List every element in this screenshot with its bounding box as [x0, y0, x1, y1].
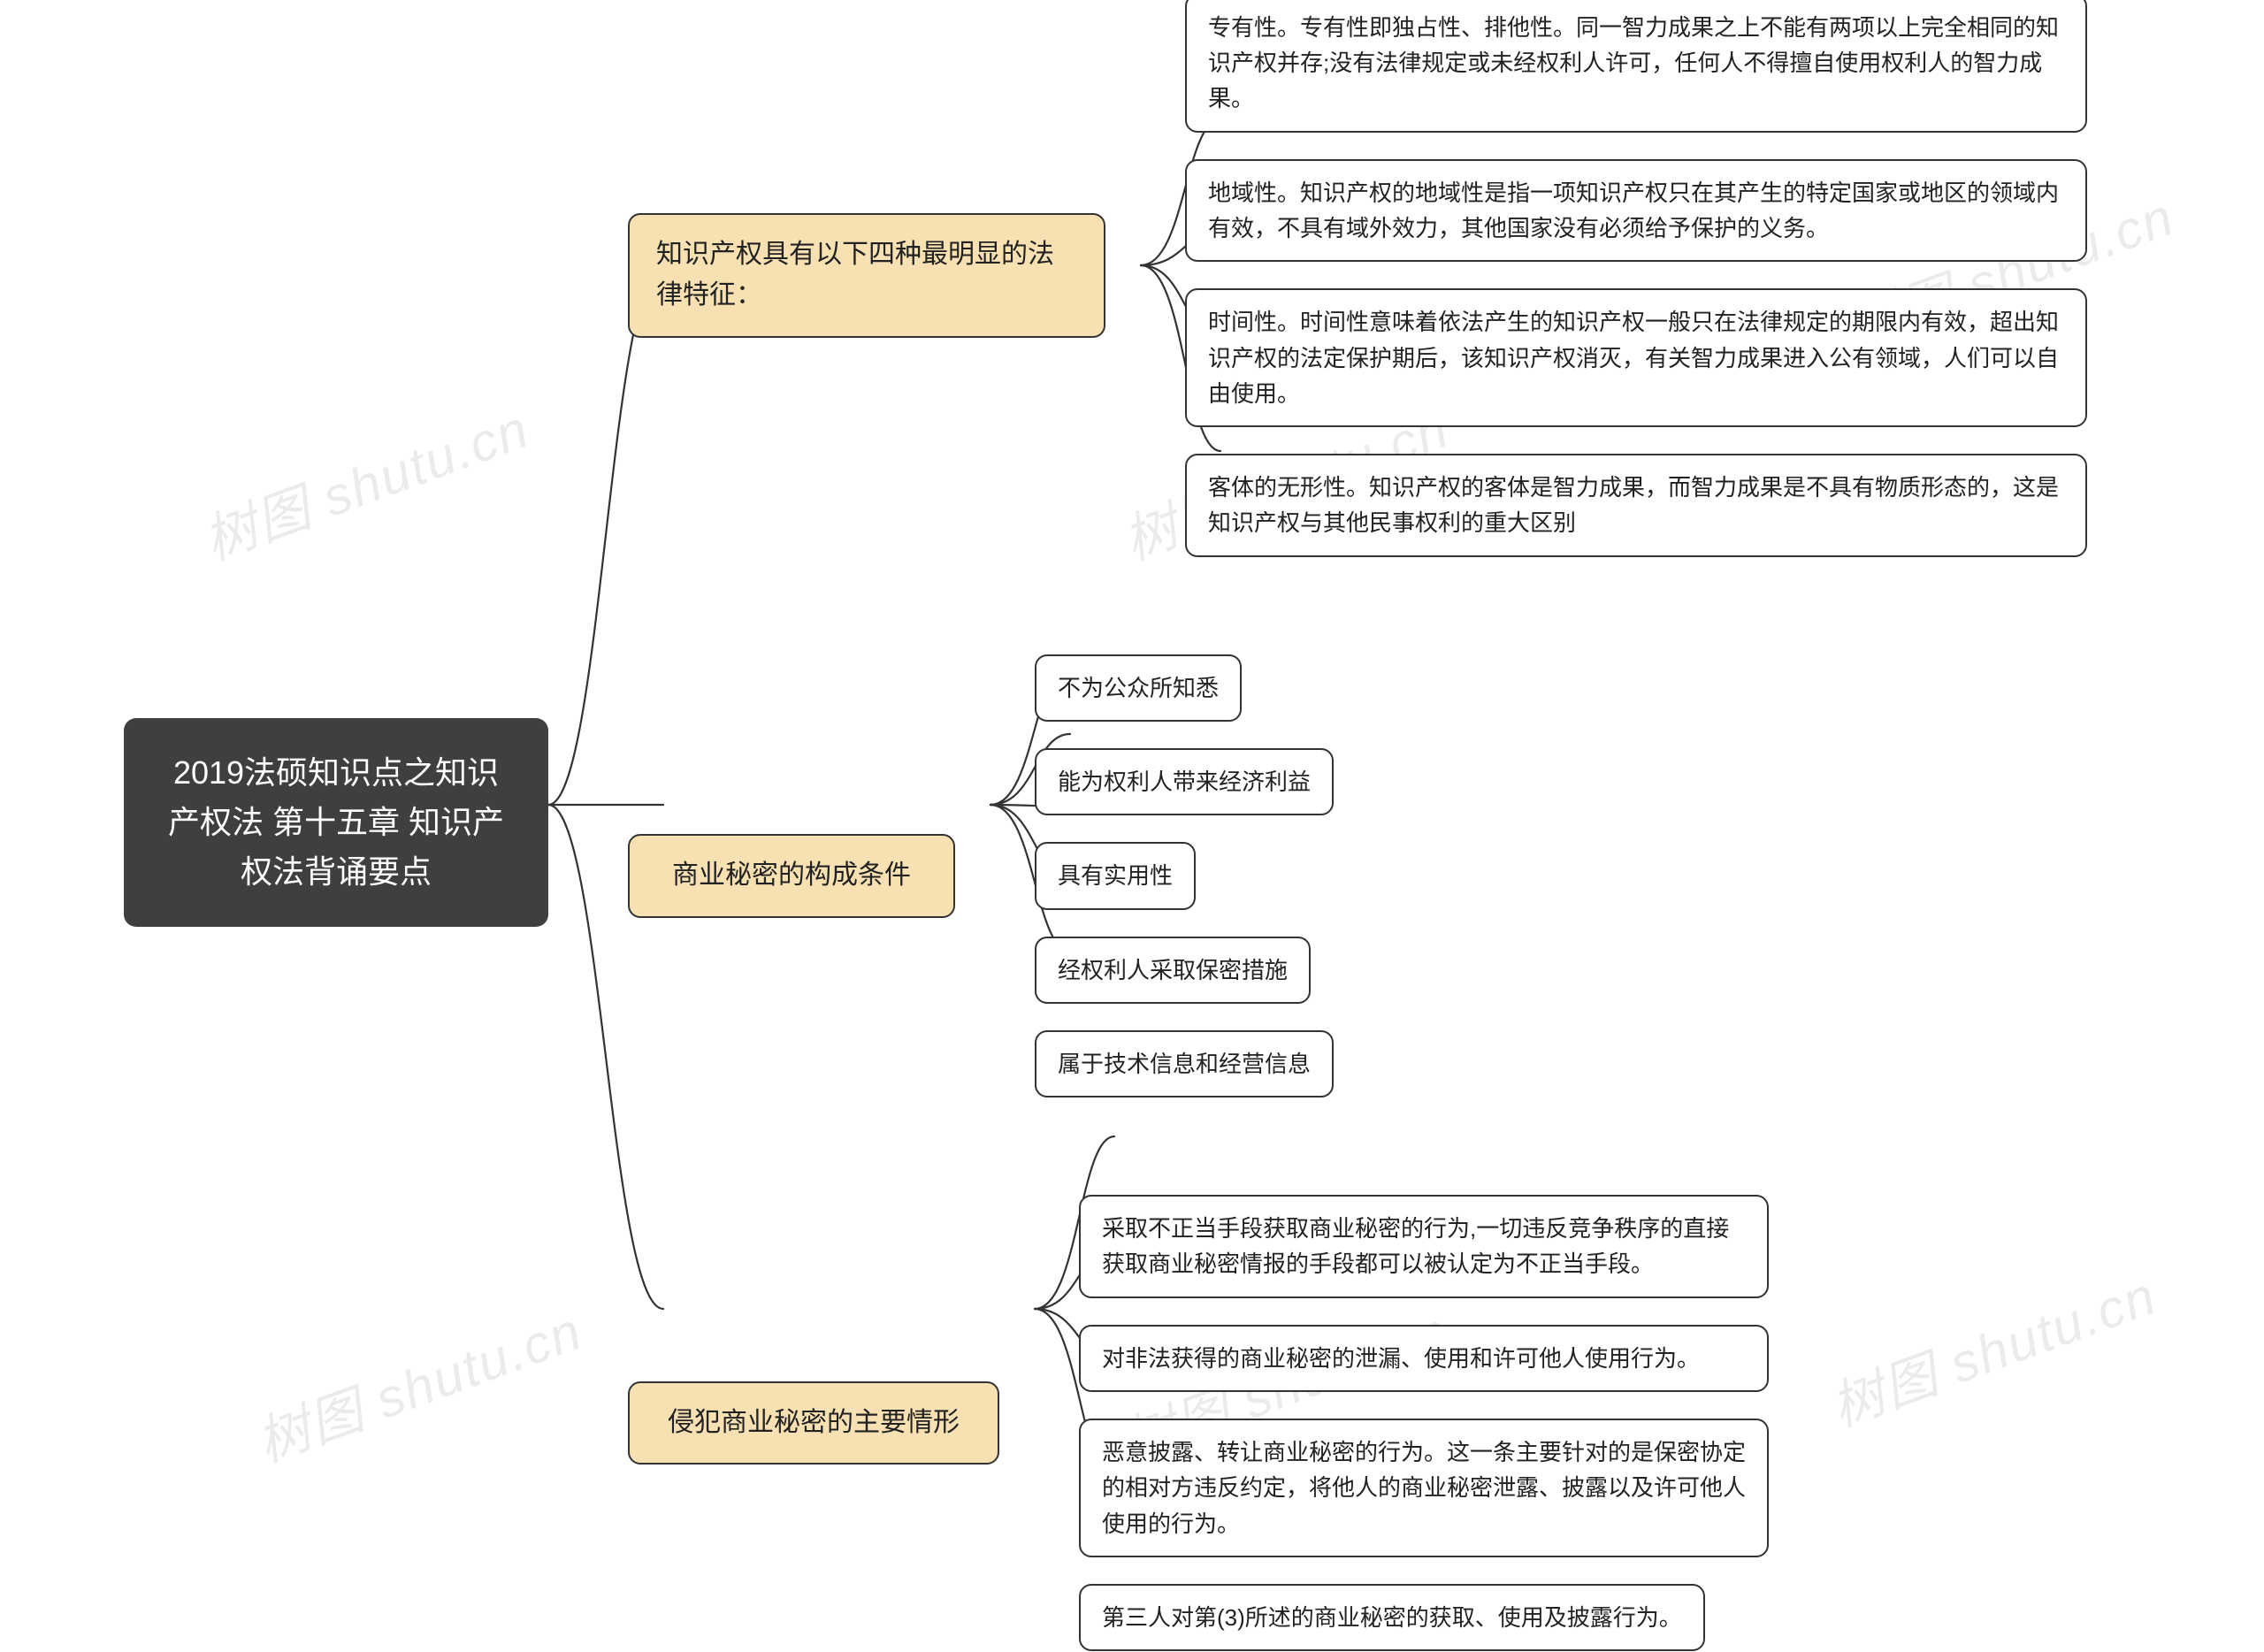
leaf-node[interactable]: 经权利人采取保密措施 — [1035, 937, 1311, 1004]
branch-node-features[interactable]: 知识产权具有以下四种最明显的法律特征： — [628, 213, 1105, 338]
branch-node-conditions[interactable]: 商业秘密的构成条件 — [628, 834, 955, 918]
branch-1: 知识产权具有以下四种最明显的法律特征： 专有性。专有性即独占性、排他性。同一智力… — [628, 0, 2087, 557]
leaf-node[interactable]: 恶意披露、转让商业秘密的行为。这一条主要针对的是保密协定的相对方违反约定，将他人… — [1079, 1419, 1769, 1557]
branch-node-infringe[interactable]: 侵犯商业秘密的主要情形 — [628, 1381, 999, 1465]
leaf-group-conditions: 不为公众所知悉 能为权利人带来经济利益 具有实用性 经权利人采取保密措施 属于技… — [1035, 654, 1334, 1098]
leaf-node[interactable]: 对非法获得的商业秘密的泄漏、使用和许可他人使用行为。 — [1079, 1325, 1769, 1392]
leaf-node[interactable]: 具有实用性 — [1035, 842, 1196, 909]
leaf-node[interactable]: 时间性。时间性意味着依法产生的知识产权一般只在法律规定的期限内有效，超出知识产权… — [1185, 288, 2087, 427]
leaf-node[interactable]: 第三人对第(3)所述的商业秘密的获取、使用及披露行为。 — [1079, 1584, 1705, 1651]
leaf-node[interactable]: 地域性。知识产权的地域性是指一项知识产权只在其产生的特定国家或地区的领域内有效，… — [1185, 159, 2087, 263]
leaf-node[interactable]: 客体的无形性。知识产权的客体是智力成果，而智力成果是不具有物质形态的，这是知识产… — [1185, 454, 2087, 557]
leaf-node[interactable]: 不为公众所知悉 — [1035, 654, 1242, 722]
leaf-node[interactable]: 专有性。专有性即独占性、排他性。同一智力成果之上不能有两项以上完全相同的知识产权… — [1185, 0, 2087, 133]
leaf-node[interactable]: 能为权利人带来经济利益 — [1035, 748, 1334, 815]
root-node[interactable]: 2019法硕知识点之知识产权法 第十五章 知识产权法背诵要点 — [124, 718, 548, 926]
mindmap-container: 2019法硕知识点之知识产权法 第十五章 知识产权法背诵要点 知识产权具有以下四… — [124, 53, 2158, 1592]
branch-3: 侵犯商业秘密的主要情形 采取不正当手段获取商业秘密的行为,一切违反竞争秩序的直接… — [628, 1195, 2087, 1651]
branch-group: 知识产权具有以下四种最明显的法律特征： 专有性。专有性即独占性、排他性。同一智力… — [628, 0, 2087, 1651]
leaf-group-features: 专有性。专有性即独占性、排他性。同一智力成果之上不能有两项以上完全相同的知识产权… — [1185, 0, 2087, 557]
leaf-node[interactable]: 属于技术信息和经营信息 — [1035, 1030, 1334, 1098]
branch-2: 商业秘密的构成条件 不为公众所知悉 能为权利人带来经济利益 具有实用性 经权利人… — [628, 654, 2087, 1098]
leaf-group-infringe: 采取不正当手段获取商业秘密的行为,一切违反竞争秩序的直接获取商业秘密情报的手段都… — [1079, 1195, 1769, 1651]
leaf-node[interactable]: 采取不正当手段获取商业秘密的行为,一切违反竞争秩序的直接获取商业秘密情报的手段都… — [1079, 1195, 1769, 1298]
